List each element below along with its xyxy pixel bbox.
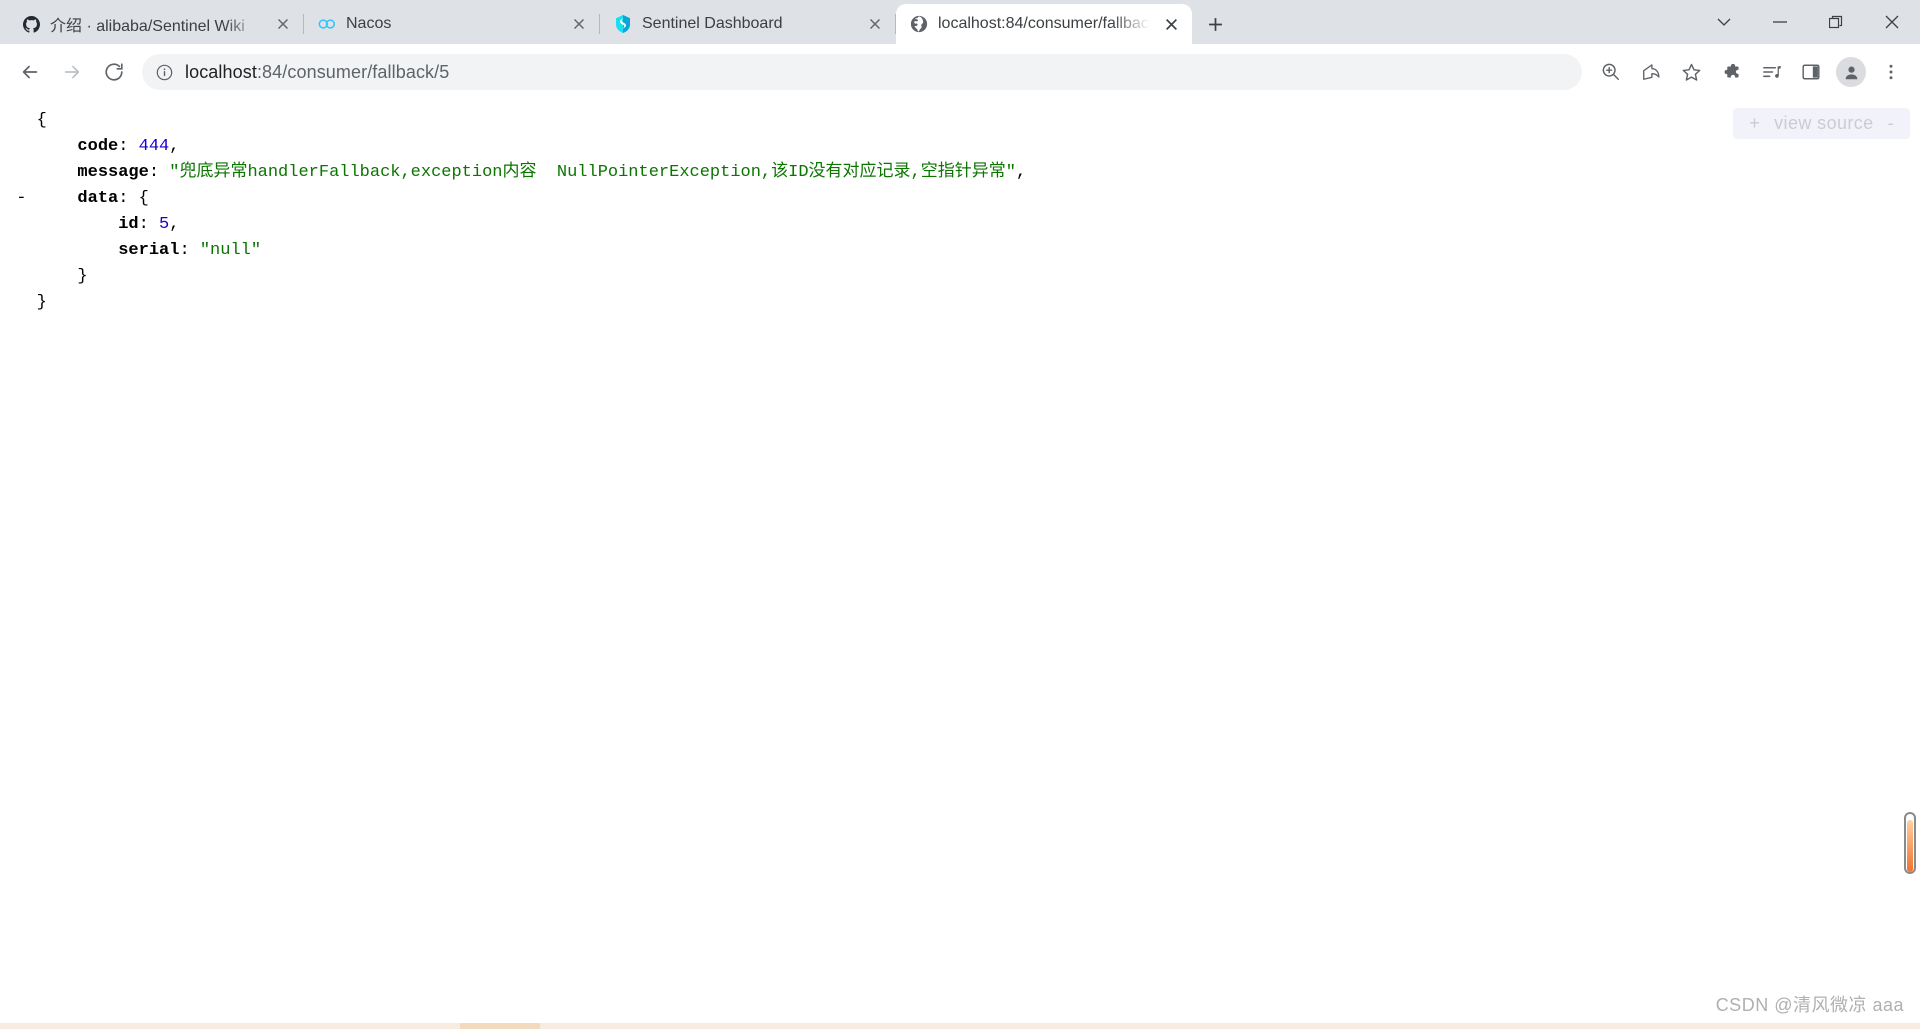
json-value: "兜底异常handlerFallback,exception内容 NullPoi… bbox=[169, 163, 1016, 182]
json-key: message bbox=[77, 163, 149, 182]
tab-title: Nacos bbox=[346, 15, 392, 32]
avatar[interactable] bbox=[1836, 57, 1866, 87]
tab-search-button[interactable] bbox=[1696, 0, 1752, 44]
json-viewer: { code: 444, message: "兜底异常handlerFallba… bbox=[0, 100, 1026, 316]
new-tab-button[interactable] bbox=[1198, 7, 1232, 41]
json-gutter bbox=[6, 293, 37, 312]
json-value: { bbox=[36, 111, 47, 130]
json-key: code bbox=[77, 137, 119, 156]
browser-toolbar: localhost:84/consumer/fallback/5 bbox=[0, 44, 1920, 100]
scrollbar-fill bbox=[1907, 820, 1913, 872]
json-gutter bbox=[6, 241, 37, 260]
scrollbar-thumb[interactable] bbox=[1904, 812, 1916, 874]
bottom-strip-segment bbox=[460, 1023, 540, 1029]
collapse-toggle-icon[interactable]: - bbox=[6, 189, 37, 208]
tab-localhost-consumer-fallback[interactable]: localhost:84/consumer/fallbac bbox=[895, 4, 1192, 44]
nacos-icon bbox=[318, 15, 336, 33]
json-gutter bbox=[6, 137, 37, 156]
json-line: } bbox=[6, 264, 1026, 290]
json-value: "null" bbox=[199, 241, 262, 260]
chrome-menu-icon[interactable] bbox=[1872, 53, 1910, 91]
json-separator: : bbox=[148, 163, 170, 182]
globe-icon bbox=[910, 15, 928, 33]
json-key: data bbox=[77, 189, 119, 208]
share-icon[interactable] bbox=[1632, 53, 1670, 91]
forward-button[interactable] bbox=[52, 52, 92, 92]
github-icon bbox=[22, 15, 40, 33]
json-value: 5 bbox=[159, 215, 170, 234]
tab-close-button[interactable] bbox=[864, 13, 886, 35]
json-line: message: "兜底异常handlerFallback,exception内… bbox=[6, 160, 1026, 186]
csdn-watermark: CSDN @清风微凉 aaa bbox=[1715, 995, 1904, 1015]
json-gutter bbox=[6, 267, 37, 286]
json-line: } bbox=[6, 290, 1026, 316]
extensions-puzzle-icon[interactable] bbox=[1712, 53, 1750, 91]
back-button[interactable] bbox=[10, 52, 50, 92]
tab-sentinel-dashboard[interactable]: Sentinel Dashboard bbox=[599, 4, 896, 44]
collapse-all-button[interactable]: - bbox=[1888, 113, 1894, 134]
json-comma: , bbox=[169, 215, 180, 234]
bookmark-star-icon[interactable] bbox=[1672, 53, 1710, 91]
json-line: - data: { bbox=[6, 186, 1026, 212]
view-source-link[interactable]: view source bbox=[1774, 113, 1873, 134]
tab-title: Sentinel Dashboard bbox=[642, 15, 783, 32]
tab-strip: 介绍 · alibaba/Sentinel Wiki Nacos Sentine… bbox=[0, 0, 1920, 44]
address-bar[interactable]: localhost:84/consumer/fallback/5 bbox=[142, 54, 1582, 90]
json-separator: : bbox=[179, 241, 200, 260]
expand-all-button[interactable]: + bbox=[1749, 113, 1760, 134]
json-separator: : bbox=[138, 215, 160, 234]
json-value: { bbox=[138, 189, 149, 208]
minimize-button[interactable] bbox=[1752, 0, 1808, 44]
json-value: 444 bbox=[138, 137, 170, 156]
info-circle-icon[interactable] bbox=[156, 64, 173, 81]
url-path: :84/consumer/fallback/5 bbox=[256, 61, 450, 82]
media-playlist-icon[interactable] bbox=[1752, 53, 1790, 91]
json-value: } bbox=[36, 293, 47, 312]
sentinel-icon bbox=[614, 15, 632, 33]
json-line: code: 444, bbox=[6, 134, 1026, 160]
json-separator: : bbox=[118, 137, 139, 156]
address-bar-url: localhost:84/consumer/fallback/5 bbox=[185, 62, 449, 83]
side-panel-icon[interactable] bbox=[1792, 53, 1830, 91]
reload-button[interactable] bbox=[94, 52, 134, 92]
tab-title: localhost:84/consumer/fallbac bbox=[938, 15, 1149, 32]
json-comma: , bbox=[169, 137, 180, 156]
json-line: serial: "null" bbox=[6, 238, 1026, 264]
zoom-in-icon[interactable] bbox=[1592, 53, 1630, 91]
maximize-restore-button[interactable] bbox=[1808, 0, 1864, 44]
json-gutter bbox=[6, 163, 37, 182]
json-gutter bbox=[6, 111, 37, 130]
json-line: { bbox=[6, 108, 1026, 134]
close-window-button[interactable] bbox=[1864, 0, 1920, 44]
profile-avatar-icon[interactable] bbox=[1832, 53, 1870, 91]
json-separator: : bbox=[118, 189, 139, 208]
tab-close-button[interactable] bbox=[568, 13, 590, 35]
tab-nacos[interactable]: Nacos bbox=[303, 4, 600, 44]
tab-close-button[interactable] bbox=[1160, 13, 1182, 35]
url-host: localhost bbox=[185, 61, 257, 82]
bottom-strip bbox=[0, 1023, 1920, 1029]
json-line: id: 5, bbox=[6, 212, 1026, 238]
json-comma: , bbox=[1015, 163, 1027, 182]
toolbar-icons bbox=[1592, 53, 1910, 91]
browser-window: 介绍 · alibaba/Sentinel Wiki Nacos Sentine… bbox=[0, 0, 1920, 1029]
json-key: id bbox=[118, 215, 139, 234]
json-gutter bbox=[6, 215, 37, 234]
tab-close-button[interactable] bbox=[272, 13, 294, 35]
window-controls bbox=[1696, 0, 1920, 44]
view-source-panel[interactable]: + view source - bbox=[1733, 108, 1910, 139]
json-value: } bbox=[77, 267, 88, 286]
tab-sentinel-wiki[interactable]: 介绍 · alibaba/Sentinel Wiki bbox=[8, 4, 304, 44]
json-key: serial bbox=[118, 241, 180, 260]
tab-title: 介绍 · alibaba/Sentinel Wiki bbox=[50, 18, 245, 35]
page-content: + view source - { code: 444, message: "兜… bbox=[0, 100, 1920, 1029]
